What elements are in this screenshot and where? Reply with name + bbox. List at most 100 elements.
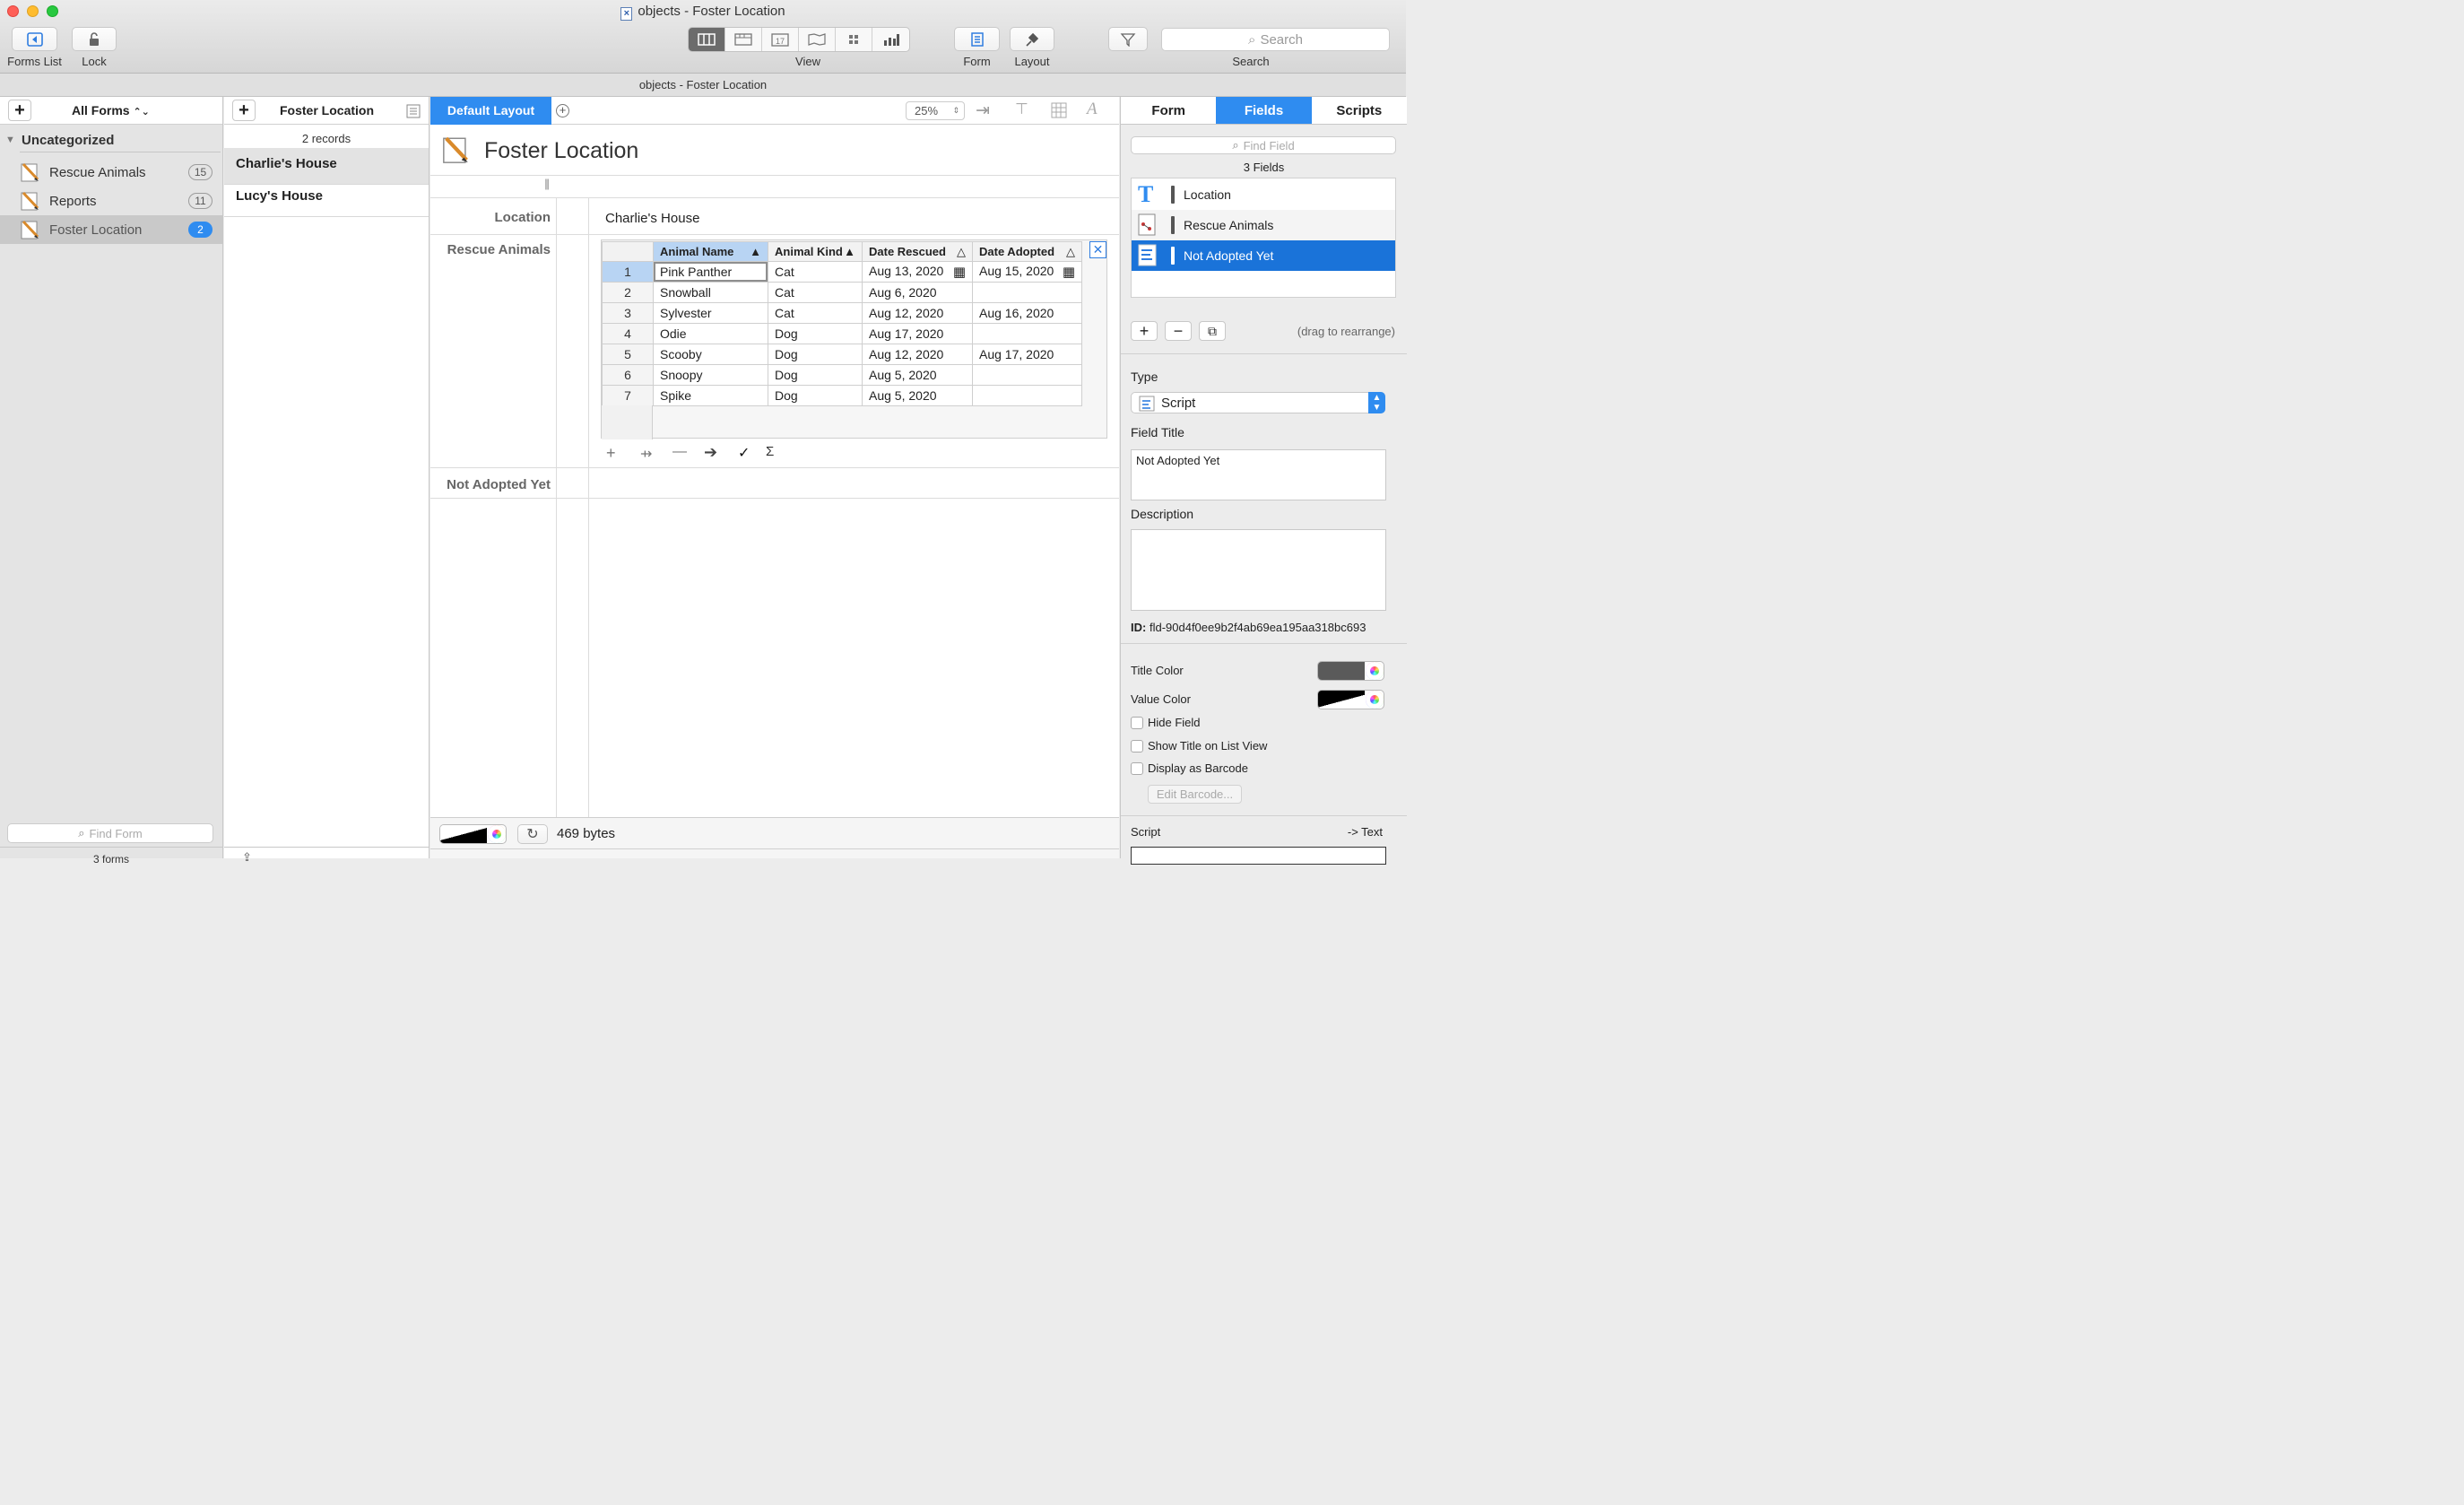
grid-icon[interactable] — [1051, 102, 1067, 118]
chart-view-icon[interactable] — [872, 28, 909, 51]
column-view-icon[interactable] — [689, 28, 725, 51]
edit-barcode-button[interactable]: Edit Barcode... — [1148, 785, 1242, 804]
field-item-not-adopted-yet[interactable]: Not Adopted Yet — [1132, 240, 1395, 271]
tab-default-layout[interactable]: Default Layout — [430, 97, 551, 125]
calendar-icon[interactable]: ▦ — [953, 264, 966, 280]
field-item-location[interactable]: T Location — [1132, 179, 1395, 210]
location-field-value[interactable]: Charlie's House — [605, 211, 699, 226]
table-row[interactable]: 6 Snoopy Dog Aug 5, 2020 — [602, 364, 1082, 386]
share-icon[interactable]: ⇪ — [242, 850, 252, 865]
description-input[interactable] — [1131, 529, 1386, 611]
drag-handle[interactable] — [1171, 186, 1175, 204]
list-options-icon[interactable] — [406, 104, 421, 118]
table-row[interactable]: 2 Snowball Cat Aug 6, 2020 — [602, 282, 1082, 303]
table-cell[interactable]: Aug 6, 2020 — [862, 282, 973, 303]
table-cell[interactable]: Aug 5, 2020 — [862, 364, 973, 386]
table-row[interactable]: 4 Odie Dog Aug 17, 2020 — [602, 323, 1082, 344]
select-checkmark-icon[interactable]: ✓ — [738, 444, 750, 462]
delete-row-icon[interactable]: — — [672, 444, 687, 460]
table-cell[interactable]: Aug 12, 2020 — [862, 344, 973, 365]
show-title-checkbox[interactable] — [1131, 739, 1143, 752]
column-header-animal-kind[interactable]: Animal Kind ▲ — [768, 241, 863, 262]
add-layout-icon[interactable]: + — [556, 104, 569, 117]
barcode-option[interactable]: Display as Barcode — [1131, 761, 1248, 775]
hide-field-checkbox[interactable] — [1131, 716, 1143, 729]
remove-field-button[interactable]: − — [1165, 321, 1192, 341]
table-cell[interactable] — [972, 323, 1082, 344]
table-settings-icon[interactable]: ✕ — [1089, 241, 1106, 258]
table-cell[interactable]: Cat — [768, 302, 863, 324]
table-cell[interactable]: Snowball — [653, 282, 768, 303]
table-cell[interactable] — [972, 282, 1082, 303]
drag-handle[interactable] — [1171, 247, 1175, 265]
row-number[interactable]: 7 — [602, 385, 654, 406]
row-number[interactable]: 1 — [602, 261, 654, 283]
type-select[interactable]: Script ▲ ▼ — [1131, 392, 1385, 413]
column-header-date-adopted[interactable]: Date Adopted △ — [972, 241, 1082, 262]
font-icon[interactable]: A — [1087, 100, 1098, 119]
tab-scripts[interactable]: Scripts — [1312, 97, 1407, 124]
refresh-button[interactable]: ↻ — [517, 824, 548, 844]
row-number[interactable]: 2 — [602, 282, 654, 303]
ruler-icon[interactable]: ⊤ — [1015, 100, 1028, 118]
calendar-view-icon[interactable]: 17 — [762, 28, 799, 51]
add-record-button[interactable]: + — [232, 100, 256, 121]
record-item[interactable]: Lucy's House — [224, 185, 429, 217]
show-title-option[interactable]: Show Title on List View — [1131, 739, 1267, 752]
table-cell[interactable]: Aug 12, 2020 — [862, 302, 973, 324]
add-field-button[interactable]: + — [1131, 321, 1158, 341]
table-cell[interactable]: Sylvester — [653, 302, 768, 324]
table-cell[interactable]: Pink Panther — [653, 261, 768, 283]
grid-view-icon[interactable] — [836, 28, 872, 51]
table-cell[interactable]: Aug 16, 2020 — [972, 302, 1082, 324]
table-cell[interactable]: Spike — [653, 385, 768, 406]
table-cell[interactable]: Aug 5, 2020 — [862, 385, 973, 406]
table-cell[interactable] — [972, 385, 1082, 406]
column-header-animal-name[interactable]: Animal Name ▲ — [653, 241, 768, 262]
forms-list-button[interactable] — [12, 27, 57, 51]
value-color-well[interactable] — [1317, 690, 1384, 709]
table-cell[interactable]: Aug 17, 2020 — [862, 323, 973, 344]
map-view-icon[interactable] — [799, 28, 836, 51]
drag-handle[interactable] — [1171, 216, 1175, 234]
find-form-input[interactable]: ⌕ Find Form — [7, 823, 213, 843]
table-row[interactable]: 3 Sylvester Cat Aug 12, 2020 Aug 16, 2020 — [602, 302, 1082, 324]
field-title-input[interactable]: Not Adopted Yet — [1131, 449, 1386, 500]
tab-order-icon[interactable]: ⇥ — [976, 100, 990, 121]
table-row[interactable]: 1 Pink Panther Cat Aug 13, 2020 ▦ Aug 15,… — [602, 261, 1082, 283]
layout-button[interactable] — [1010, 27, 1054, 51]
row-number[interactable]: 4 — [602, 323, 654, 344]
table-cell[interactable]: Dog — [768, 344, 863, 365]
row-number[interactable]: 3 — [602, 302, 654, 324]
script-editor[interactable] — [1131, 847, 1386, 865]
zoom-stepper[interactable]: 25% ⇕ — [906, 101, 965, 120]
table-cell[interactable]: Dog — [768, 385, 863, 406]
search-input[interactable]: ⌕ Search — [1161, 28, 1390, 51]
script-return-type[interactable]: -> Text — [1348, 825, 1383, 839]
sidebar-item-foster-location[interactable]: Foster Location 2 — [0, 215, 222, 244]
title-color-well[interactable] — [1317, 661, 1384, 681]
duplicate-field-button[interactable]: ⧉ — [1199, 321, 1226, 341]
table-cell[interactable]: Dog — [768, 364, 863, 386]
tab-fields[interactable]: Fields — [1216, 97, 1312, 124]
table-cell[interactable]: Cat — [768, 261, 863, 283]
tab-form[interactable]: Form — [1121, 97, 1216, 124]
add-form-button[interactable]: + — [8, 100, 31, 121]
row-number[interactable]: 6 — [602, 364, 654, 386]
group-header[interactable]: ▼ Uncategorized — [0, 130, 222, 152]
table-cell[interactable]: Cat — [768, 282, 863, 303]
form-button[interactable] — [954, 27, 1000, 51]
column-header-date-rescued[interactable]: Date Rescued △ — [862, 241, 973, 262]
field-item-rescue-animals[interactable]: Rescue Animals — [1132, 210, 1395, 240]
hide-field-option[interactable]: Hide Field — [1131, 716, 1201, 729]
lock-button[interactable] — [72, 27, 117, 51]
insert-row-icon[interactable]: ⇸ — [640, 445, 652, 463]
table-view-icon[interactable] — [725, 28, 762, 51]
table-cell[interactable] — [972, 364, 1082, 386]
calendar-icon[interactable]: ▦ — [1063, 264, 1075, 280]
table-row[interactable]: 5 Scooby Dog Aug 12, 2020 Aug 17, 2020 — [602, 344, 1082, 365]
table-cell[interactable]: Aug 17, 2020 — [972, 344, 1082, 365]
sidebar-item-rescue-animals[interactable]: Rescue Animals 15 — [0, 158, 222, 187]
all-forms-selector[interactable]: All Forms ⌃⌄ — [72, 103, 150, 117]
table-cell[interactable]: Aug 13, 2020 ▦ — [862, 261, 973, 283]
